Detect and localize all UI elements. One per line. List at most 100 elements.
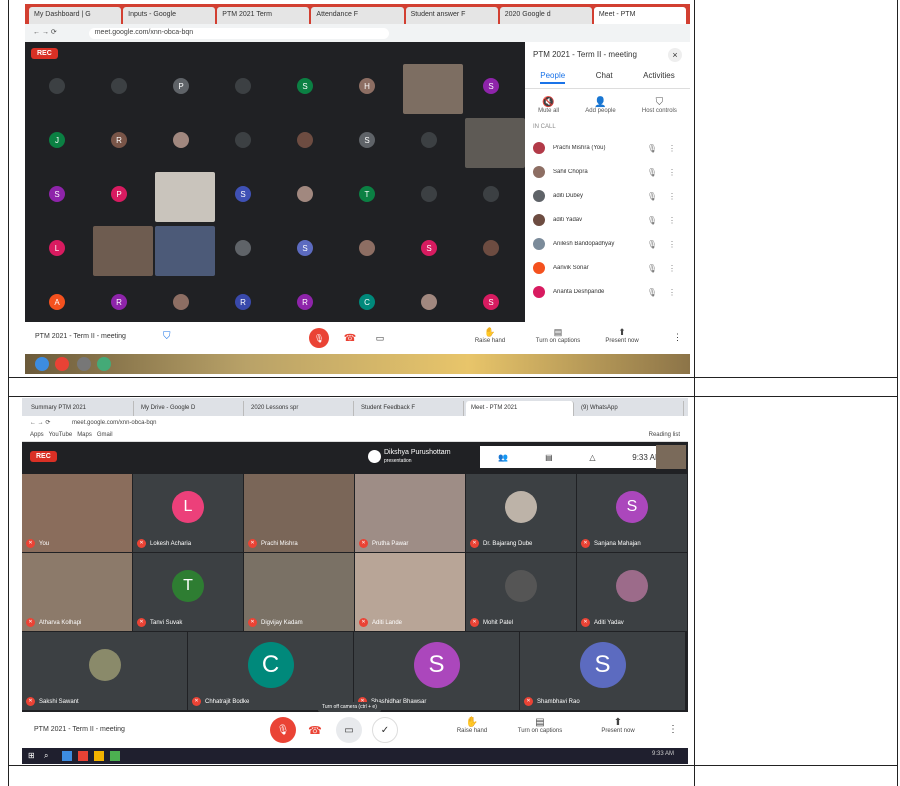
- bookmark-apps[interactable]: Apps: [30, 432, 44, 438]
- check-button[interactable]: ✓: [372, 717, 398, 743]
- more-options-icon[interactable]: ⋮: [662, 240, 682, 249]
- avatar: S: [49, 186, 65, 202]
- mic-icon[interactable]: 🎙: [642, 288, 662, 297]
- browser-tab[interactable]: 2020 Lessons spr: [246, 401, 354, 416]
- mic-icon[interactable]: 🎙: [642, 192, 662, 201]
- participant-name: Atharva Kolhapi: [39, 619, 82, 626]
- browser-tab-bar: My Dashboard | G Inputs - Google PTM 2021 …: [25, 4, 690, 24]
- tab-activities[interactable]: Activities: [643, 71, 675, 84]
- participant-tile: R: [93, 118, 145, 162]
- mic-icon[interactable]: 🎙: [642, 264, 662, 273]
- bookmark-gmail[interactable]: Gmail: [97, 432, 113, 438]
- avatar: P: [173, 78, 189, 94]
- browser-tab[interactable]: Meet - PTM 2021: [466, 401, 574, 416]
- list-item[interactable]: Aanvik Sonar 🎙 ⋮: [525, 256, 690, 280]
- participant-tile: ✕ Atharva Kolhapi: [22, 553, 132, 631]
- end-call-button[interactable]: ☎: [304, 719, 326, 741]
- app-icon[interactable]: [110, 751, 120, 761]
- browser-tab[interactable]: Meet - PTM: [593, 7, 686, 24]
- participant-tile: [93, 64, 145, 108]
- shield-icon[interactable]: ⛉: [163, 331, 171, 342]
- participant-label: ✕ Aditi Yadav: [581, 618, 624, 627]
- app-icon[interactable]: [77, 357, 91, 371]
- list-item[interactable]: Sahil Chopra 🎙 ⋮: [525, 160, 690, 184]
- mic-off-button[interactable]: 🎙: [270, 717, 296, 743]
- more-options-icon[interactable]: ⋮: [662, 144, 682, 153]
- tab-people[interactable]: People: [540, 71, 566, 84]
- participant-name: Aditi Lande: [372, 619, 403, 626]
- mic-icon[interactable]: 🎙: [642, 240, 662, 249]
- more-options-icon[interactable]: ⋮: [662, 288, 682, 297]
- browser-tab[interactable]: 2020 Google d: [499, 7, 592, 24]
- more-options-icon[interactable]: ⋮: [673, 332, 682, 343]
- windows-icon[interactable]: ⊞: [28, 751, 38, 761]
- avatar: [111, 78, 127, 94]
- nav-arrows-icon[interactable]: ← → ⟳: [30, 420, 50, 426]
- chat-icon[interactable]: ▤: [545, 453, 553, 462]
- browser-tab[interactable]: Summary PTM 2021: [26, 401, 134, 416]
- more-options-icon[interactable]: ⋮: [662, 264, 682, 273]
- present-now-button[interactable]: ⬆ Present now: [588, 717, 648, 734]
- end-call-button[interactable]: ☎: [341, 330, 359, 346]
- more-options-icon[interactable]: ⋮: [668, 724, 678, 735]
- browser-tab[interactable]: (9) WhatsApp: [576, 401, 684, 416]
- list-item[interactable]: aditi Yadav 🎙 ⋮: [525, 208, 690, 232]
- participant-name: Tanvi Suvak: [150, 619, 183, 626]
- browser-tab[interactable]: My Dashboard | G: [29, 7, 122, 24]
- browser-tab[interactable]: Inputs - Google: [123, 7, 216, 24]
- url-field[interactable]: meet.google.com/xnn-obca-bqn: [88, 28, 389, 39]
- app-icon[interactable]: [62, 751, 72, 761]
- participant-label: ✕ Lokesh Acharia: [137, 539, 191, 548]
- list-item[interactable]: aditi Dubey 🎙 ⋮: [525, 184, 690, 208]
- chrome-icon[interactable]: [78, 751, 88, 761]
- url-field[interactable]: meet.google.com/xnn-obca-bqn: [72, 420, 156, 426]
- captions-button[interactable]: ▤ Turn on captions: [510, 717, 570, 734]
- browser-tab[interactable]: My Drive - Google D: [136, 401, 244, 416]
- avatar: S: [235, 186, 251, 202]
- participant-tile: R: [217, 280, 269, 324]
- people-icon[interactable]: 👥: [498, 453, 508, 462]
- captions-button[interactable]: ▤ Turn on captions: [533, 327, 583, 344]
- mic-off-button[interactable]: 🎙: [309, 328, 329, 348]
- activities-icon[interactable]: △: [589, 453, 595, 462]
- search-icon[interactable]: ⌕: [44, 751, 54, 761]
- avatar: R: [297, 294, 313, 310]
- search-icon[interactable]: [35, 357, 49, 371]
- avatar: R: [235, 294, 251, 310]
- bookmark-maps[interactable]: Maps: [77, 432, 92, 438]
- more-options-icon[interactable]: ⋮: [662, 168, 682, 177]
- app-icon[interactable]: [97, 357, 111, 371]
- browser-tab[interactable]: Attendance F: [311, 7, 404, 24]
- participant-label: ✕ Mohit Patel: [470, 618, 513, 627]
- add-people-button[interactable]: 👤 Add people: [585, 97, 615, 114]
- list-item[interactable]: Prachi Mishra (You) 🎙 ⋮: [525, 136, 690, 160]
- host-controls-button[interactable]: ⛉ Host controls: [642, 97, 677, 114]
- bookmark-youtube[interactable]: YouTube: [49, 432, 73, 438]
- folder-icon[interactable]: [94, 751, 104, 761]
- camera-button[interactable]: ▭: [371, 330, 389, 346]
- present-now-button[interactable]: ⬆ Present now: [597, 327, 647, 344]
- participant-tile: [465, 226, 517, 270]
- person-name: Anilesh Bandopadhyay: [553, 241, 615, 247]
- tab-chat[interactable]: Chat: [596, 71, 613, 84]
- browser-tab[interactable]: PTM 2021 Term: [217, 7, 310, 24]
- mic-icon[interactable]: 🎙: [642, 144, 662, 153]
- nav-arrows-icon[interactable]: ← → ⟳: [33, 29, 57, 36]
- reading-list-link[interactable]: Reading list: [649, 432, 680, 438]
- chrome-icon[interactable]: [55, 357, 69, 371]
- mic-icon[interactable]: 🎙: [642, 216, 662, 225]
- more-options-icon[interactable]: ⋮: [662, 192, 682, 201]
- list-item[interactable]: Anilesh Bandopadhyay 🎙 ⋮: [525, 232, 690, 256]
- browser-tab[interactable]: Student Feedback F: [356, 401, 464, 416]
- raise-hand-button[interactable]: ✋ Raise hand: [442, 717, 502, 734]
- mute-all-button[interactable]: 🔇 Mute all: [538, 97, 559, 114]
- raise-hand-button[interactable]: ✋ Raise hand: [465, 327, 515, 344]
- mic-icon[interactable]: 🎙: [642, 168, 662, 177]
- camera-button[interactable]: ▭: [336, 717, 362, 743]
- browser-tab[interactable]: Student answer F: [405, 7, 498, 24]
- more-options-icon[interactable]: ⋮: [662, 216, 682, 225]
- mic-off-icon: ✕: [26, 697, 35, 706]
- list-item[interactable]: Ananta Deshpande 🎙 ⋮: [525, 280, 690, 304]
- close-icon[interactable]: ×: [668, 48, 682, 62]
- avatar: [88, 649, 121, 681]
